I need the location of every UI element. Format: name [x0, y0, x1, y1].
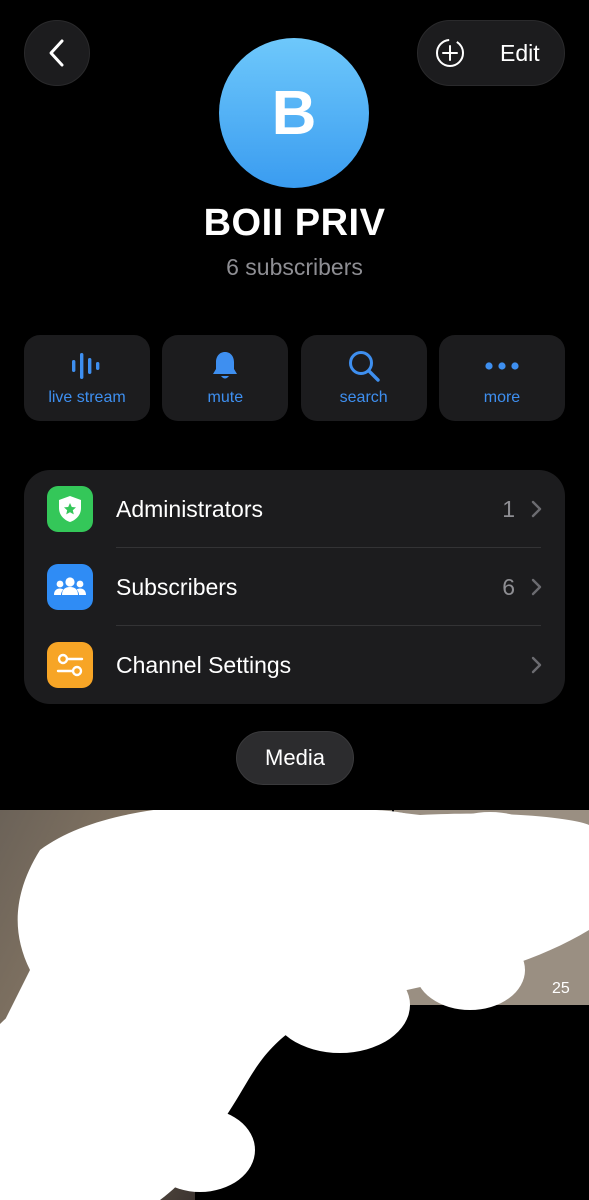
media-grid[interactable]: 25: [0, 810, 589, 1200]
redacted-media-thumbnails: 25: [0, 810, 589, 1200]
chevron-right-icon: [531, 500, 542, 518]
avatar-letter: B: [271, 78, 317, 148]
channel-menu: Administrators 1 Subscribers 6 Channel S…: [24, 470, 565, 704]
subscriber-count: 6 subscribers: [226, 254, 363, 280]
more-label: more: [483, 389, 521, 406]
administrators-icon-tile: [47, 486, 93, 532]
live-stream-button[interactable]: live stream: [24, 335, 150, 421]
bell-icon: [213, 352, 238, 379]
search-label: search: [339, 389, 388, 406]
channel-settings-icon-tile: [47, 642, 93, 688]
people-icon: [54, 577, 86, 595]
settings-sliders-icon: [56, 653, 84, 677]
channel-settings-label: Channel Settings: [116, 651, 292, 678]
media-tab-label: Media: [265, 745, 325, 770]
back-button[interactable]: [24, 20, 90, 86]
search-button[interactable]: search: [300, 335, 427, 421]
more-button[interactable]: more: [438, 335, 565, 421]
edit-label: Edit: [500, 39, 540, 66]
chevron-right-icon: [531, 656, 542, 674]
chevron-right-icon: [531, 578, 542, 596]
subscribers-count: 6: [502, 573, 515, 600]
live-stream-icon: [72, 353, 100, 379]
search-icon: [348, 351, 380, 382]
shield-star-icon: [59, 496, 81, 522]
add-circle-icon: [436, 39, 464, 67]
tab-media[interactable]: Media: [236, 731, 354, 785]
channel-name: BOII PRIV: [203, 202, 386, 244]
menu-item-administrators[interactable]: Administrators 1: [24, 470, 565, 548]
channel-avatar[interactable]: B: [219, 38, 369, 188]
action-bar: live stream mute search more: [24, 335, 565, 421]
video-duration-badge: 25: [552, 980, 570, 997]
chevron-left-icon: [49, 39, 64, 67]
live-stream-label: live stream: [48, 389, 126, 406]
administrators-label: Administrators: [116, 495, 263, 522]
administrators-count: 1: [502, 495, 515, 522]
menu-item-channel-settings[interactable]: Channel Settings: [24, 626, 565, 704]
subscribers-icon-tile: [47, 564, 93, 610]
mute-label: mute: [207, 389, 244, 406]
more-icon: [485, 362, 519, 370]
subscribers-label: Subscribers: [116, 573, 238, 600]
edit-button[interactable]: Edit: [417, 20, 565, 86]
mute-button[interactable]: mute: [162, 335, 289, 421]
menu-item-subscribers[interactable]: Subscribers 6: [24, 548, 565, 626]
